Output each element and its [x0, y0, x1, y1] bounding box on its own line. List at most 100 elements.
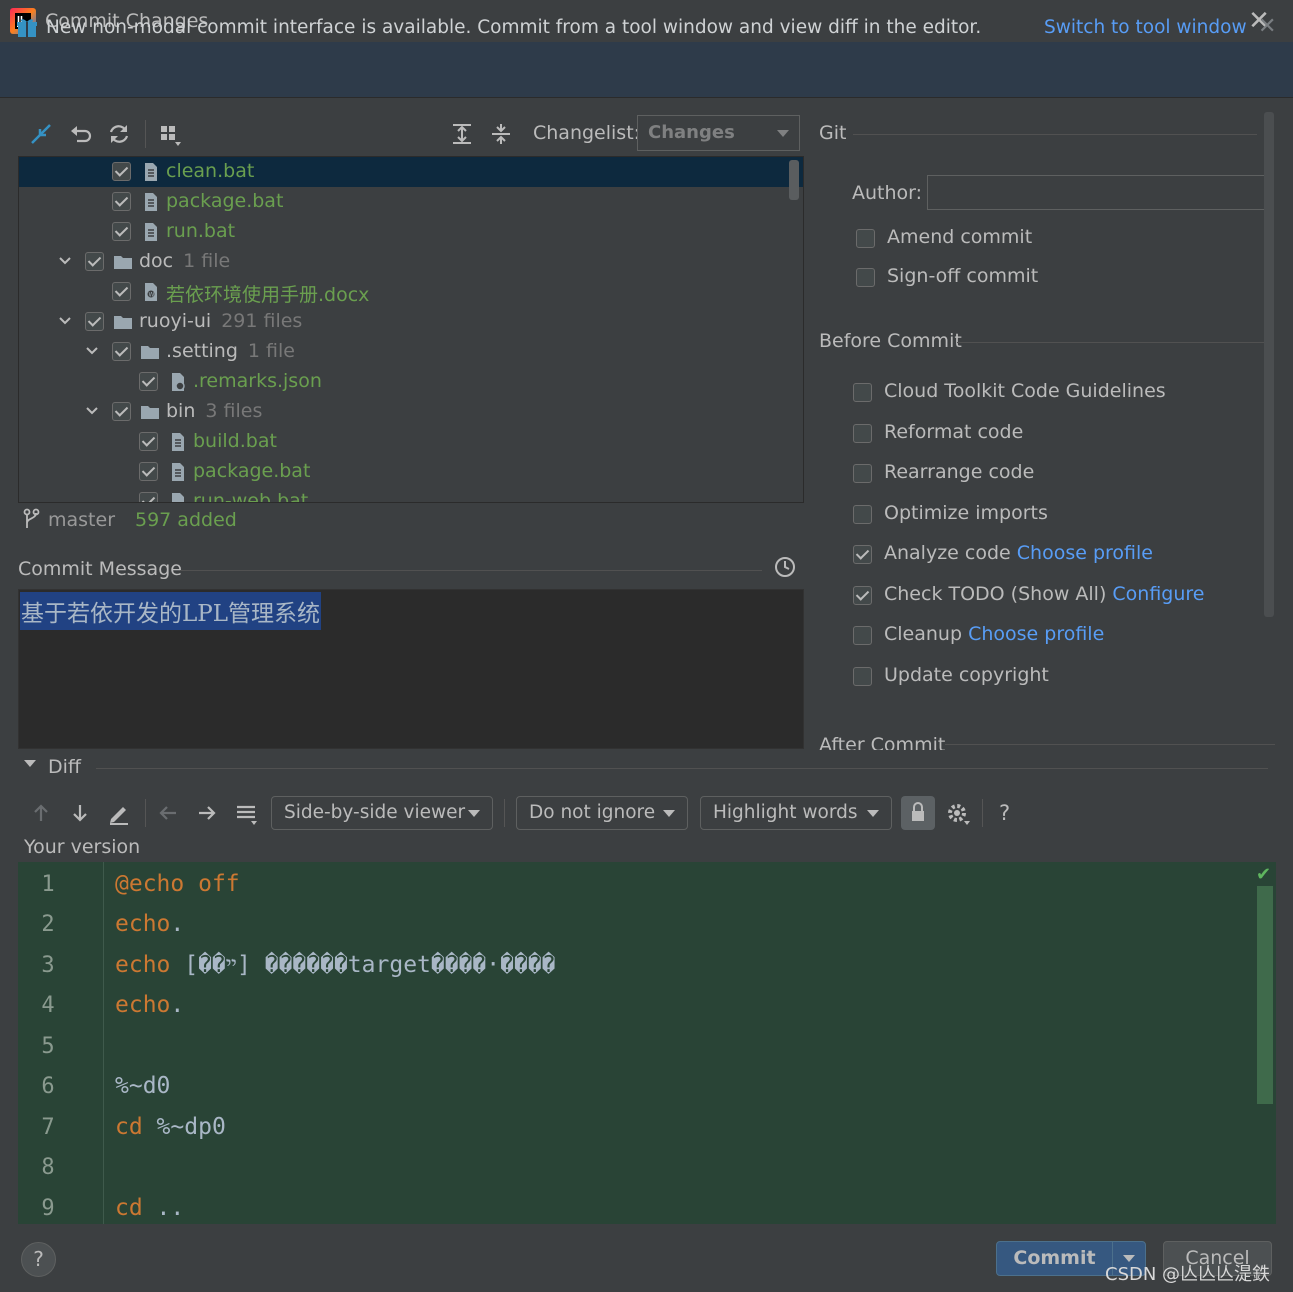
row-checkbox[interactable] [112, 162, 131, 181]
row-checkbox[interactable] [139, 462, 158, 481]
added-count: 597 added [135, 509, 237, 531]
collapse-all-icon[interactable] [488, 121, 514, 147]
expand-all-icon[interactable] [449, 121, 475, 147]
viewer-dropdown[interactable]: Side-by-side viewer [271, 796, 493, 830]
chevron-down-icon[interactable] [84, 403, 100, 419]
history-icon[interactable] [773, 555, 797, 579]
author-input[interactable] [927, 175, 1269, 210]
bat-file-icon [172, 433, 184, 451]
row-checkbox[interactable] [112, 342, 131, 361]
gear-icon[interactable] [945, 800, 971, 826]
code-keyword: cd [115, 1114, 143, 1140]
group-by-icon[interactable] [157, 121, 183, 147]
code-keyword: cd [115, 1195, 143, 1221]
choose-profile-link[interactable]: Choose profile [968, 623, 1104, 645]
highlight-dropdown[interactable]: Highlight words [700, 796, 892, 830]
help-button[interactable]: ? [21, 1242, 56, 1277]
arrow-up-icon[interactable] [28, 800, 54, 826]
tree-label: clean.bat [166, 160, 255, 182]
tree-scrollbar[interactable] [789, 160, 799, 200]
diff-help-icon[interactable]: ? [999, 801, 1010, 825]
row-checkbox[interactable] [112, 282, 131, 301]
row-checkbox[interactable] [85, 252, 104, 271]
checkbox[interactable] [853, 424, 872, 443]
tree-label: .setting [166, 340, 238, 362]
checkbox[interactable] [853, 464, 872, 483]
option-label: Reformat code [884, 421, 1024, 443]
switch-to-tool-window-link[interactable]: Switch to tool window [1044, 17, 1247, 38]
banner-close-icon[interactable]: ✕ [1258, 14, 1276, 39]
code-line: echo. [115, 992, 184, 1018]
checkbox[interactable] [853, 667, 872, 686]
tree-row[interactable]: build.bat [19, 427, 803, 457]
tree-row[interactable]: clean.bat [19, 157, 803, 187]
code-line: cd .. [115, 1195, 184, 1221]
checkbox[interactable] [853, 545, 872, 564]
row-checkbox[interactable] [112, 222, 131, 241]
bat-file-icon [145, 163, 157, 181]
row-checkbox[interactable] [85, 312, 104, 331]
row-checkbox[interactable] [139, 372, 158, 391]
tree-row[interactable]: bin 3 files [19, 397, 803, 427]
chevron-down-icon[interactable] [84, 343, 100, 359]
row-checkbox[interactable] [139, 432, 158, 451]
checkbox[interactable] [853, 383, 872, 402]
checkbox[interactable] [853, 626, 872, 645]
tree-label: ruoyi-ui [139, 310, 212, 332]
checkbox[interactable] [856, 268, 875, 287]
checkbox[interactable] [856, 229, 875, 248]
row-checkbox[interactable] [112, 192, 131, 211]
bat-file-icon [145, 193, 157, 211]
toolbar-separator [145, 799, 146, 827]
arrow-left-icon[interactable] [155, 800, 181, 826]
line-number: 4 [41, 993, 55, 1018]
tree-row[interactable]: doc 1 file [19, 247, 803, 277]
tree-row[interactable]: run.bat [19, 217, 803, 247]
list-icon[interactable] [233, 800, 259, 826]
choose-profile-link[interactable]: Choose profile [1017, 542, 1153, 564]
row-checkbox[interactable] [139, 492, 158, 502]
option-label: Cloud Toolkit Code Guidelines [884, 380, 1166, 402]
code-keyword: @echo [115, 871, 185, 897]
options-scrollbar[interactable] [1264, 112, 1274, 617]
chevron-down-icon[interactable] [57, 313, 73, 329]
arrow-down-icon[interactable] [67, 800, 93, 826]
before-commit-title: Before Commit [819, 330, 962, 352]
tree-row[interactable]: package.bat [19, 457, 803, 487]
diff-section-label: Diff [48, 756, 81, 778]
tree-row[interactable]: W 若依环境使用手册.docx [19, 277, 803, 307]
code-keyword: echo [115, 911, 171, 937]
arrow-right-icon[interactable] [194, 800, 220, 826]
after-commit-title: After Commit [819, 734, 946, 750]
checkbox[interactable] [853, 586, 872, 605]
chevron-down-icon[interactable] [57, 253, 73, 269]
checkbox[interactable] [853, 505, 872, 524]
option-label: Cleanup [884, 623, 963, 645]
show-diff-icon[interactable] [28, 121, 54, 147]
option-label: Optimize imports [884, 502, 1048, 524]
tree-row[interactable]: .remarks.json [19, 367, 803, 397]
tree-row[interactable]: package.bat [19, 187, 803, 217]
lock-button[interactable] [901, 796, 935, 830]
commit-button[interactable]: Commit [996, 1241, 1113, 1276]
commit-message-input[interactable]: 基于若依开发的LPL管理系统 [18, 589, 804, 749]
toolbar-separator [504, 799, 505, 827]
diff-editor[interactable]: 1 2 3 4 5 6 7 8 9 @echo off echo. echo [… [18, 862, 1276, 1224]
code-text: . [170, 911, 185, 937]
configure-link[interactable]: Configure [1112, 583, 1204, 605]
tree-row[interactable]: run-web.bat [19, 487, 803, 502]
bat-file-icon [172, 463, 184, 481]
tree-row[interactable]: .setting 1 file [19, 337, 803, 367]
rollback-icon[interactable] [68, 121, 94, 147]
changelist-dropdown[interactable]: Changes [637, 115, 800, 151]
ignore-dropdown[interactable]: Do not ignore [516, 796, 688, 830]
refresh-icon[interactable] [106, 121, 132, 147]
triangle-down-icon[interactable] [22, 756, 38, 772]
divider [853, 134, 1257, 135]
line-number: 9 [41, 1196, 55, 1221]
tree-row[interactable]: ruoyi-ui 291 files [19, 307, 803, 337]
edit-icon[interactable] [106, 800, 132, 826]
editor-scrollbar[interactable] [1257, 886, 1273, 1104]
row-checkbox[interactable] [112, 402, 131, 421]
changes-tree[interactable]: clean.bat package.bat run.bat doc 1 file … [18, 156, 804, 503]
